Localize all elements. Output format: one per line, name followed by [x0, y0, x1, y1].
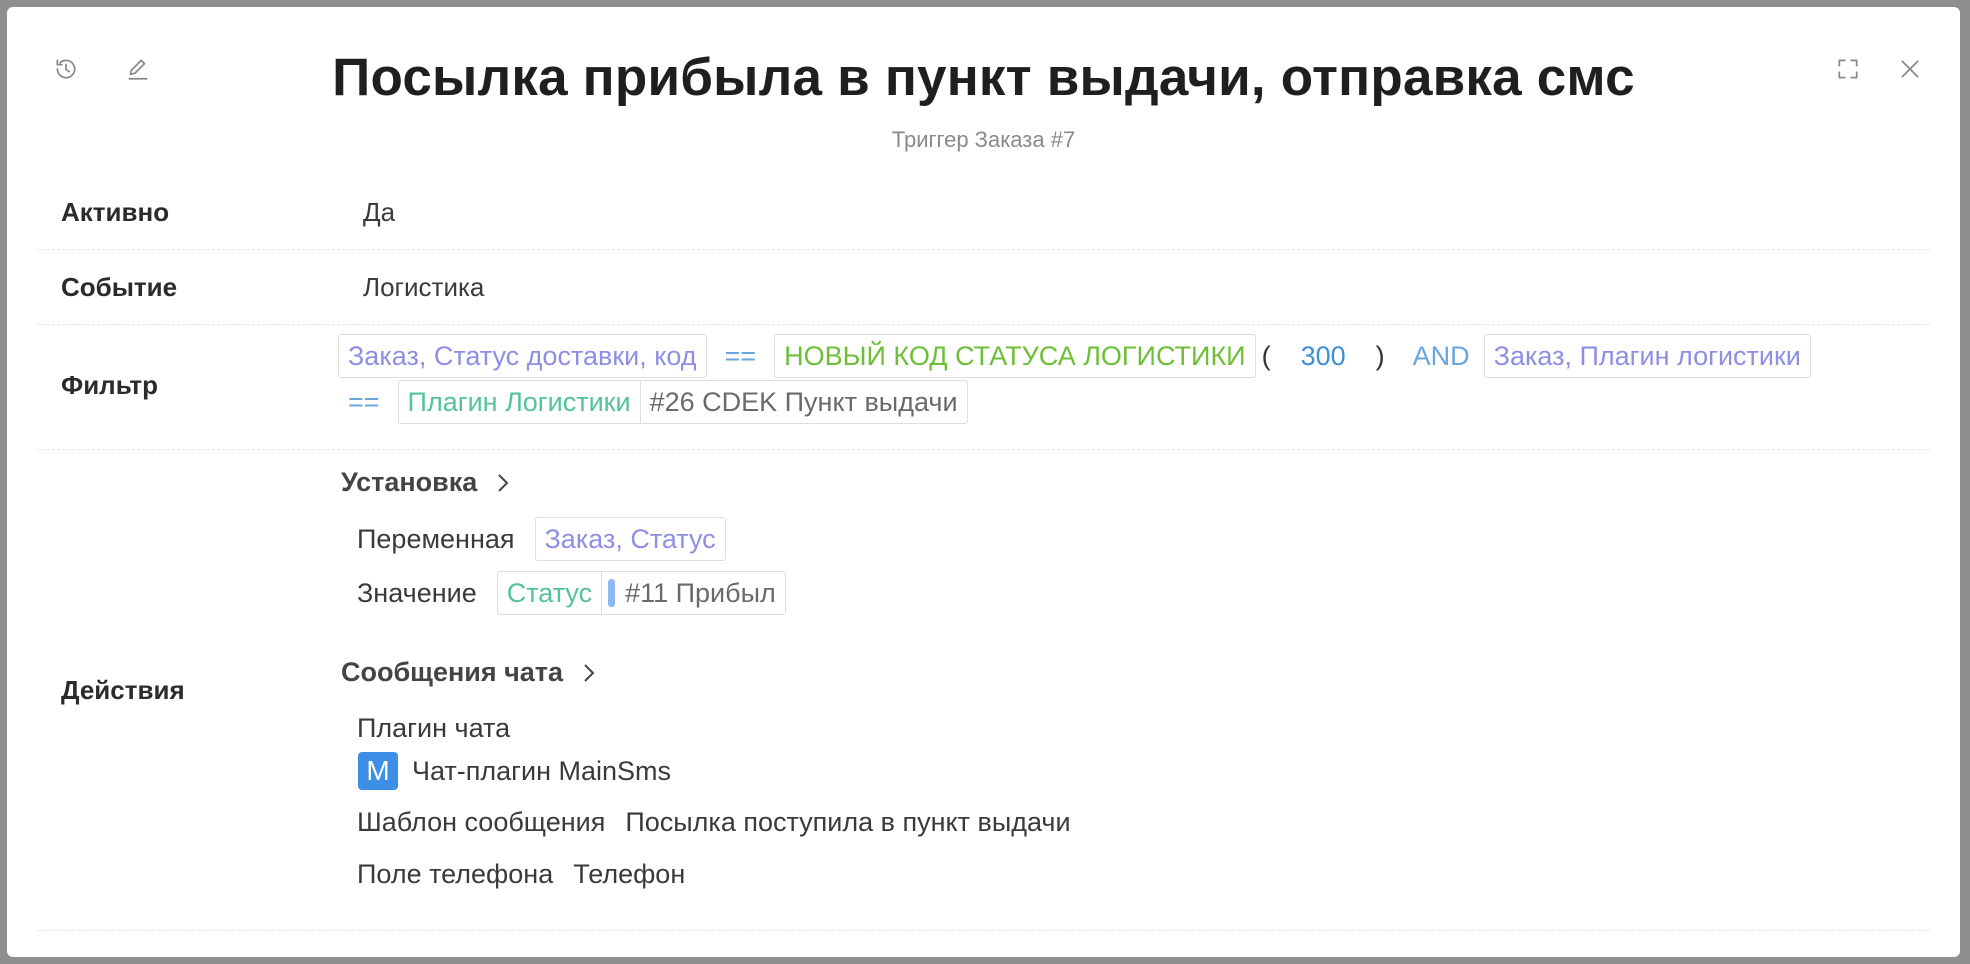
filter-expression-line-2: == Плагин Логистики #26 CDEK Пункт выдач…	[338, 380, 968, 424]
field-value: Логистика	[363, 272, 485, 302]
filter-number: 300	[1300, 340, 1346, 371]
kv-value: Посылка поступила в пункт выдачи	[625, 807, 1071, 837]
action-chat-template: Шаблон сообщения Посылка поступила в пун…	[357, 807, 1071, 838]
action-chat-header[interactable]: Сообщения чата	[341, 657, 601, 688]
chevron-right-icon	[498, 473, 509, 492]
field-label: Активно	[61, 197, 170, 227]
kv-label: Поле телефона	[357, 859, 554, 889]
kv-label: Плагин чата	[357, 713, 511, 743]
chevron-right-icon	[584, 663, 595, 682]
filter-variable-chip[interactable]: Заказ, Статус доставки, код	[338, 334, 707, 378]
status-color-marker	[608, 579, 616, 607]
filter-operator: ==	[724, 340, 757, 371]
action-chat-plugin-label: Плагин чата	[357, 713, 510, 744]
action-set-title: Установка	[341, 467, 478, 497]
kv-value: Телефон	[573, 859, 686, 889]
filter-operator: ==	[348, 386, 380, 417]
trigger-modal: Посылка прибыла в пункт выдачи, отправка…	[7, 7, 1960, 957]
action-chat-phone: Поле телефона Телефон	[357, 859, 685, 890]
field-label: Событие	[61, 272, 178, 302]
action-set-value: Значение Статус #11 Прибыл	[357, 571, 786, 615]
filter-variable-chip[interactable]: Заказ, Плагин логистики	[1483, 334, 1811, 378]
filter-paren-open: (	[1261, 340, 1271, 371]
filter-constant-chip[interactable]: НОВЫЙ КОД СТАТУСА ЛОГИСТИКИ	[774, 334, 1256, 378]
filter-paren-close: )	[1375, 340, 1385, 371]
kv-label: Переменная	[357, 523, 515, 554]
filter-and-operator: AND	[1412, 340, 1470, 371]
mainsms-logo-icon: M	[358, 752, 398, 790]
action-set-header[interactable]: Установка	[341, 467, 515, 498]
variable-chip[interactable]: Заказ, Статус	[534, 517, 726, 561]
chat-plugin-name: Чат-плагин MainSms	[412, 755, 672, 786]
field-value: Да	[363, 197, 396, 227]
field-row-event: Событие Логистика	[37, 250, 1930, 325]
field-row-actions: Действия	[37, 450, 1930, 931]
page-title: Посылка прибыла в пункт выдачи, отправка…	[332, 48, 1635, 107]
field-row-active: Активно Да	[37, 179, 1930, 250]
field-label: Действия	[61, 675, 185, 705]
action-set-variable: Переменная Заказ, Статус	[357, 517, 726, 561]
field-label: Фильтр	[61, 370, 159, 400]
kv-label: Значение	[357, 577, 477, 608]
filter-plugin-chip[interactable]: Плагин Логистики	[397, 380, 641, 424]
status-value-chip[interactable]: #11 Прибыл	[602, 571, 786, 615]
status-value: #11 Прибыл	[625, 577, 776, 608]
kv-label: Шаблон сообщения	[357, 807, 606, 837]
status-chip[interactable]: Статус	[496, 571, 603, 615]
filter-expression-line-1: Заказ, Статус доставки, код == НОВЫЙ КОД…	[338, 334, 1811, 378]
filter-plugin-value[interactable]: #26 CDEK Пункт выдачи	[640, 380, 968, 424]
page-subtitle: Триггер Заказа #7	[891, 127, 1076, 152]
chat-plugin[interactable]: M Чат-плагин MainSms	[358, 752, 671, 790]
action-chat-title: Сообщения чата	[341, 657, 564, 687]
